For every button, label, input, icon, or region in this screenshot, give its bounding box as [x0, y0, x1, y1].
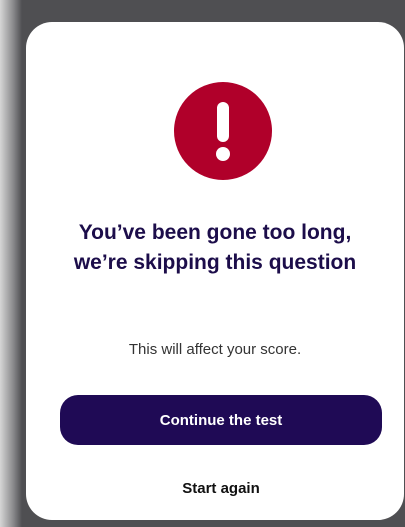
exclamation-icon: [174, 82, 272, 180]
exclamation-glyph: [216, 102, 230, 161]
continue-test-button[interactable]: Continue the test: [60, 395, 382, 445]
dialog-title-line-2: we’re skipping this question: [73, 251, 357, 274]
dialog-message: This will affect your score.: [128, 341, 302, 358]
timeout-dialog: You’ve been gone too long, we’re skippin…: [26, 22, 404, 520]
background-overlay: [0, 0, 22, 527]
dialog-title-line-1: You’ve been gone too long,: [78, 221, 352, 244]
dialog-title: You’ve been gone too long, we’re skippin…: [46, 218, 384, 278]
start-again-button[interactable]: Start again: [136, 476, 306, 500]
